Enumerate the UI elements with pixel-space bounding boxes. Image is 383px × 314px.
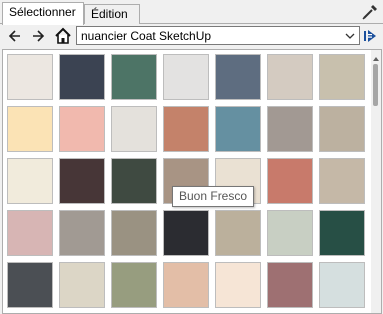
color-swatch[interactable]: [59, 54, 105, 100]
color-swatch[interactable]: [7, 262, 53, 308]
color-swatch[interactable]: [59, 158, 105, 204]
color-swatch[interactable]: [267, 262, 313, 308]
collection-select-value: nuancier Coat SketchUp: [81, 29, 212, 43]
arrow-right-icon[interactable]: [29, 27, 47, 45]
color-swatch[interactable]: [7, 158, 53, 204]
scroll-up-icon[interactable]: [372, 52, 380, 61]
color-swatch[interactable]: [319, 106, 365, 152]
color-swatch[interactable]: [319, 210, 365, 256]
color-swatch[interactable]: [111, 106, 157, 152]
color-swatch[interactable]: [7, 210, 53, 256]
color-swatch[interactable]: [111, 262, 157, 308]
color-swatch[interactable]: [7, 54, 53, 100]
scrollbar-thumb[interactable]: [373, 64, 378, 106]
color-swatch[interactable]: [319, 262, 365, 308]
color-swatch[interactable]: [7, 106, 53, 152]
color-swatch[interactable]: [111, 54, 157, 100]
swatch-grid: [2, 49, 382, 314]
color-swatch[interactable]: [163, 54, 209, 100]
details-arrow-icon[interactable]: [362, 27, 380, 45]
color-swatch[interactable]: [111, 158, 157, 204]
color-swatch[interactable]: [59, 262, 105, 308]
color-swatch[interactable]: [319, 54, 365, 100]
home-icon[interactable]: [54, 27, 72, 45]
tooltip: Buon Fresco: [172, 186, 255, 207]
collection-select[interactable]: nuancier Coat SketchUp: [76, 26, 360, 45]
color-swatch[interactable]: [59, 210, 105, 256]
navigation-bar: nuancier Coat SketchUp: [0, 24, 383, 48]
color-swatch[interactable]: [215, 262, 261, 308]
color-swatch[interactable]: [111, 210, 157, 256]
color-swatch[interactable]: [319, 158, 365, 204]
color-swatch[interactable]: [267, 54, 313, 100]
vertical-scrollbar[interactable]: [371, 50, 381, 313]
color-swatch[interactable]: [163, 262, 209, 308]
color-swatch[interactable]: [267, 158, 313, 204]
color-swatch[interactable]: [215, 210, 261, 256]
tab-select[interactable]: Sélectionner: [2, 2, 84, 25]
color-swatch[interactable]: [267, 106, 313, 152]
tab-edit[interactable]: Édition: [84, 4, 140, 24]
color-swatch[interactable]: [215, 54, 261, 100]
chevron-down-icon: [344, 29, 356, 43]
arrow-left-icon[interactable]: [6, 27, 24, 45]
color-swatch[interactable]: [163, 106, 209, 152]
color-swatch[interactable]: [163, 210, 209, 256]
color-swatch[interactable]: [267, 210, 313, 256]
eyedropper-icon[interactable]: [361, 3, 379, 21]
color-swatch[interactable]: [59, 106, 105, 152]
color-swatch[interactable]: [215, 106, 261, 152]
tab-bar: Sélectionner Édition: [0, 0, 383, 25]
